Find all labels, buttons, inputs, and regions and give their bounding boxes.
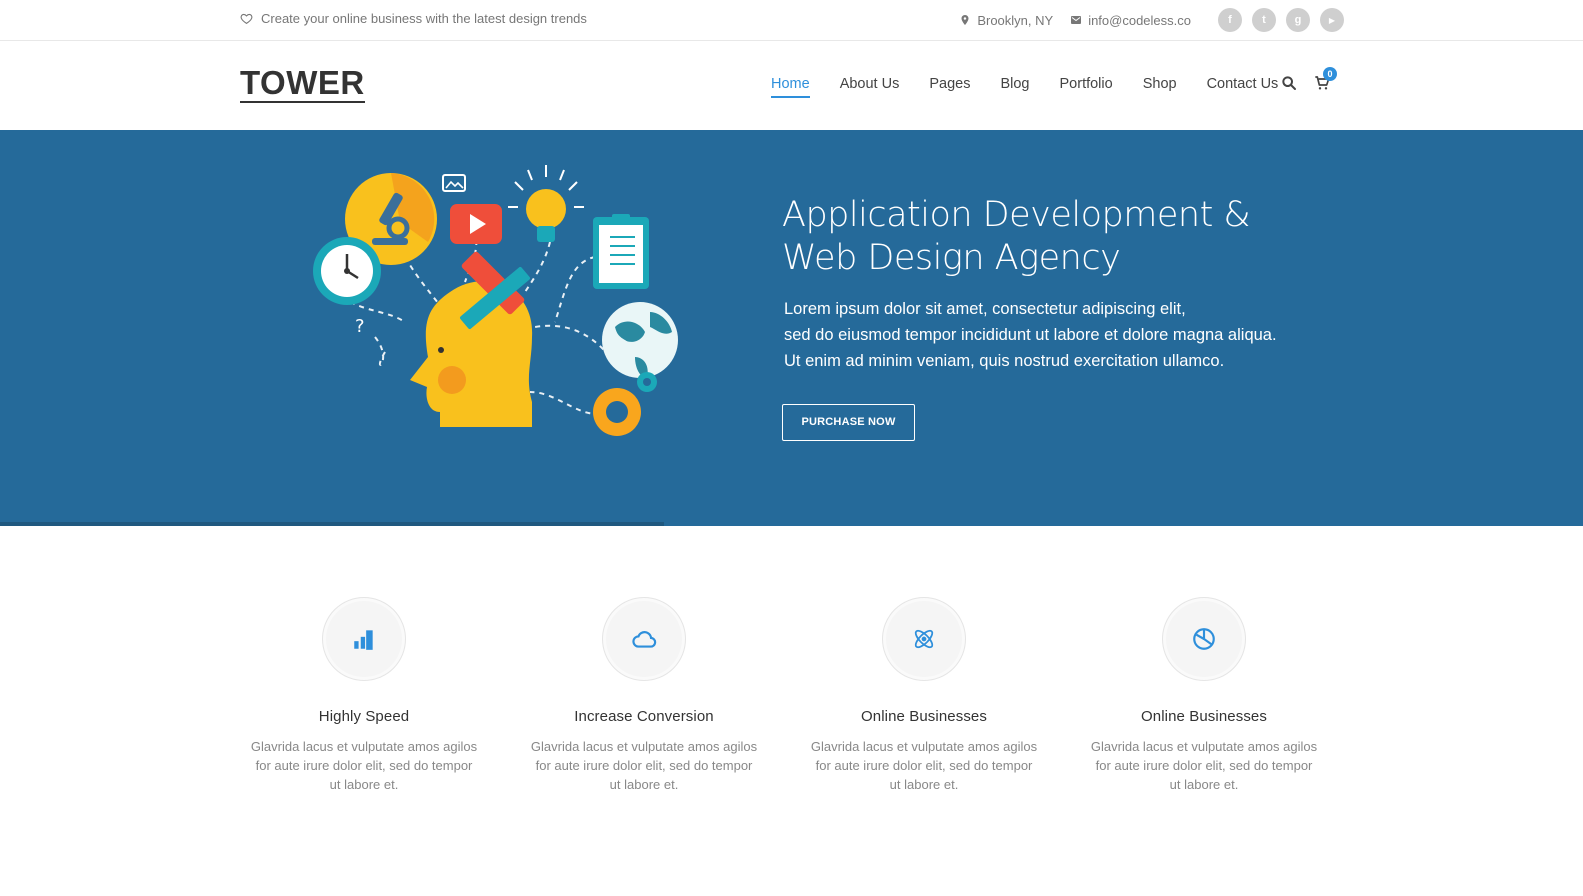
hero-title-line-1: Application Development & [782, 195, 1251, 235]
nav-item-blog[interactable]: Blog [1000, 76, 1029, 98]
cloud-icon [602, 597, 686, 681]
svg-text:?: ? [355, 316, 365, 337]
hero-text-line-1: Lorem ipsum dolor sit amet, consectetur … [784, 300, 1186, 318]
slider-progress-bar [0, 522, 664, 526]
feature-title: Online Businesses [1141, 708, 1267, 725]
envelope-icon [1071, 16, 1082, 24]
location-info: Brooklyn, NY [959, 13, 1053, 28]
top-bar-tagline: Create your online business with the lat… [240, 11, 587, 26]
email-text[interactable]: info@codeless.co [1088, 13, 1191, 28]
atom-icon [882, 597, 966, 681]
purchase-now-button[interactable]: PURCHASE NOW [782, 404, 915, 441]
location-text: Brooklyn, NY [977, 12, 1054, 28]
feature-text: Glavrida lacus et vulputate amos agilos … [1090, 739, 1318, 792]
nav-item-home[interactable]: Home [771, 76, 810, 98]
feature-item: Highly Speed Glavrida lacus et vulputate… [224, 597, 504, 807]
hero-illustration: ? [313, 165, 678, 436]
heart-icon [240, 13, 253, 25]
feature-title: Increase Conversion [574, 708, 714, 725]
hero-title: Application Development & Web Design Age… [782, 194, 1342, 280]
feature-text: Glavrida lacus et vulputate amos agilos … [250, 739, 478, 792]
hero-text-line-2: sed do eiusmod tempor incididunt ut labo… [784, 326, 1277, 344]
top-bar: Create your online business with the lat… [0, 0, 1583, 41]
hero-text-line-3: Ut enim ad minim veniam, quis nostrud ex… [784, 352, 1225, 370]
feature-item: Increase Conversion Glavrida lacus et vu… [504, 597, 784, 807]
hero-title-line-2: Web Design Agency [782, 238, 1121, 278]
nav-item-shop[interactable]: Shop [1143, 76, 1177, 98]
main-nav: Home About Us Pages Blog Portfolio Shop … [771, 76, 1308, 98]
nav-item-pages[interactable]: Pages [929, 76, 970, 98]
feature-text: Glavrida lacus et vulputate amos agilos … [810, 739, 1038, 792]
twitter-icon[interactable]: t [1252, 8, 1276, 32]
nav-item-about-us[interactable]: About Us [840, 76, 900, 98]
tagline-text: Create your online business with the lat… [261, 11, 587, 26]
youtube-icon[interactable]: ▶ [1320, 8, 1344, 32]
hero-description: Lorem ipsum dolor sit amet, consectetur … [784, 296, 1344, 374]
feature-title: Highly Speed [318, 708, 410, 725]
features-section: Highly Speed Glavrida lacus et vulputate… [224, 597, 1344, 807]
top-bar-contacts: Brooklyn, NY info@codeless.co f t g ▶ [959, 8, 1344, 32]
google-plus-icon[interactable]: g [1286, 8, 1310, 32]
hero-slider: ? Application Development & Web Design A… [0, 130, 1583, 526]
feature-item: Online Businesses Glavrida lacus et vulp… [784, 597, 1064, 807]
site-header: TOWER Home About Us Pages Blog Portfolio… [0, 41, 1583, 130]
pie-chart-icon [1162, 597, 1246, 681]
cart-count-badge: 0 [1323, 67, 1337, 81]
bar-chart-icon [322, 597, 406, 681]
facebook-icon[interactable]: f [1218, 8, 1242, 32]
map-pin-icon [961, 15, 969, 25]
nav-item-portfolio[interactable]: Portfolio [1060, 76, 1113, 98]
nav-item-contact-us[interactable]: Contact Us [1207, 76, 1279, 98]
email-info[interactable]: info@codeless.co [1070, 13, 1191, 28]
search-icon[interactable] [1281, 75, 1297, 91]
logo[interactable]: TOWER [240, 65, 365, 103]
feature-title: Online Businesses [861, 708, 987, 725]
feature-item: Online Businesses Glavrida lacus et vulp… [1064, 597, 1344, 807]
feature-text: Glavrida lacus et vulputate amos agilos … [530, 739, 758, 792]
